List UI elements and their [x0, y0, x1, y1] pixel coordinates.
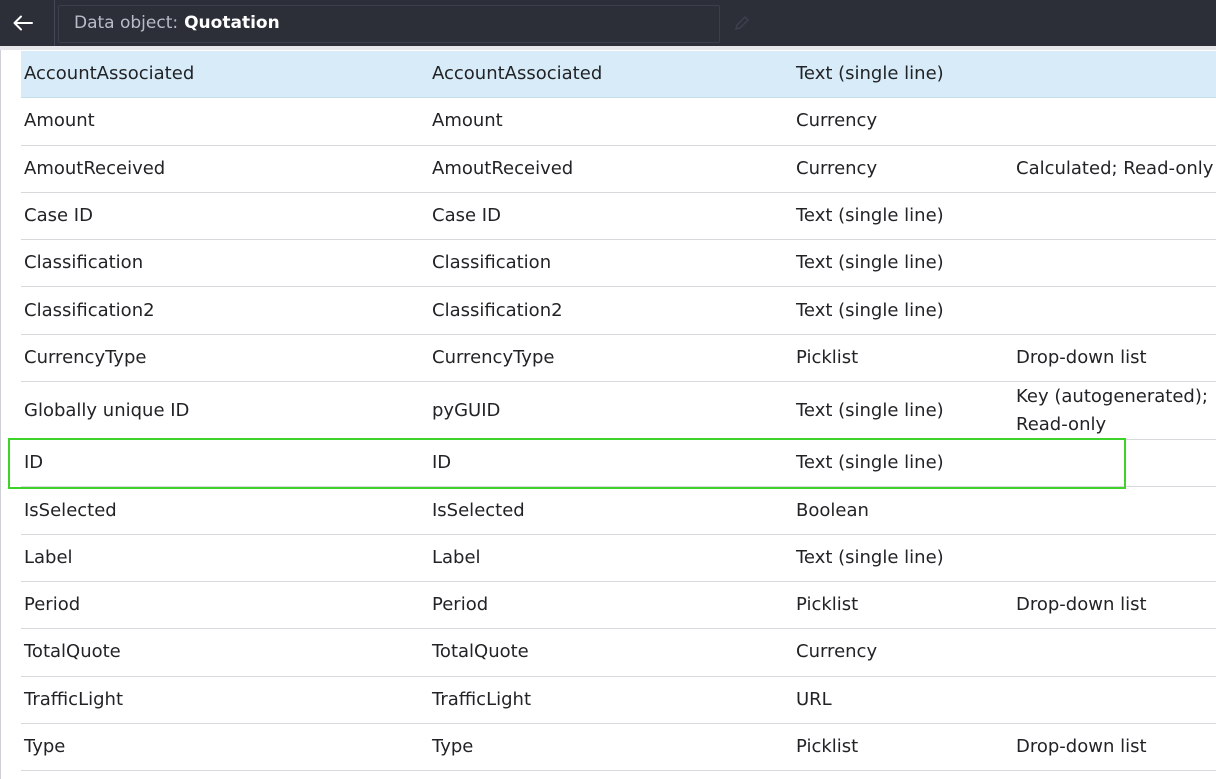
field-type-cell: URL	[796, 688, 832, 710]
field-type-cell: Picklist	[796, 736, 859, 757]
field-type-cell: Picklist	[796, 346, 859, 368]
table-row[interactable]: Classification2 Classification2 Text (sing…	[21, 287, 1216, 335]
field-name-cell: IsSelected	[24, 499, 117, 521]
field-name-cell: ID	[24, 452, 44, 474]
field-name-cell: Amount	[24, 110, 95, 132]
field-id-cell: TrafficLight	[432, 688, 531, 710]
field-name-cell: Case ID	[24, 205, 93, 227]
table-row[interactable]: TrafficLight TrafficLight URL	[21, 677, 1216, 724]
header-shadow	[0, 46, 1216, 50]
field-name-cell: Classification2	[24, 299, 155, 321]
field-type-cell: Text (single line)	[796, 546, 944, 568]
field-type-cell: Picklist	[796, 594, 859, 616]
field-id-cell: CurrencyType	[432, 346, 555, 368]
field-options-cell: Drop-down list	[1016, 594, 1147, 616]
table-row[interactable]: Case ID Case ID Text (single line)	[21, 193, 1216, 241]
field-name-cell: Globally unique ID	[24, 399, 190, 421]
field-name-cell: AmoutReceived	[24, 157, 166, 179]
field-id-cell: Case ID	[432, 205, 501, 227]
field-id-cell: TotalQuote	[432, 641, 529, 663]
field-type-cell: Boolean	[796, 499, 869, 521]
field-id-cell: Classification2	[432, 299, 563, 321]
field-type-cell: Text (single line)	[796, 299, 944, 321]
header-divider	[54, 0, 55, 46]
left-border	[0, 50, 1, 779]
arrow-left-icon	[13, 15, 33, 31]
table-row[interactable]: AccountAssociated AccountAssociated Text (…	[21, 51, 1216, 99]
field-type-cell: Currency	[796, 641, 878, 663]
field-name-cell: AccountAssociated	[24, 63, 195, 85]
field-name-cell: Period	[24, 594, 81, 616]
page-title: Data object: Quotation	[74, 13, 280, 33]
field-id-cell: AccountAssociated	[432, 63, 603, 85]
field-type-cell: Text (single line)	[796, 63, 944, 85]
table-row[interactable]: Type Type Picklist Drop-down list	[21, 724, 1216, 772]
field-id-cell: IsSelected	[432, 499, 525, 521]
pencil-icon	[734, 15, 750, 31]
table-row[interactable]: CurrencyType CurrencyType Picklist Drop-dow…	[21, 335, 1216, 383]
field-name-cell: TrafficLight	[24, 688, 123, 710]
field-name-cell: Type	[24, 736, 66, 757]
field-type-cell: Currency	[796, 110, 878, 132]
field-type-cell: Text (single line)	[796, 452, 944, 474]
field-id-cell: Classification	[432, 252, 552, 274]
field-name-cell: Label	[24, 546, 73, 568]
fields-table: AccountAssociated AccountAssociated Text (…	[21, 51, 1216, 772]
table-row[interactable]: Amount Amount Currency	[21, 98, 1216, 146]
field-type-cell: Text (single line)	[796, 205, 944, 227]
field-id-cell: Type	[432, 736, 474, 757]
field-name-cell: TotalQuote	[24, 641, 121, 663]
field-type-cell: Text (single line)	[796, 252, 944, 274]
field-id-cell: ID	[432, 452, 452, 474]
table-row[interactable]: Label Label Text (single line)	[21, 535, 1216, 582]
table-row[interactable]: Globally unique ID pyGUID Text (single lin…	[21, 382, 1216, 441]
field-type-cell: Text (single line)	[796, 399, 944, 421]
field-options-cell: Key (autogenerated); Read-only	[1016, 385, 1208, 435]
field-id-cell: Label	[432, 546, 481, 568]
page-title-prefix: Data object:	[74, 13, 179, 33]
table-row[interactable]: Classification Classification Text (single…	[21, 240, 1216, 288]
field-options-cell: Drop-down list	[1016, 736, 1147, 757]
field-id-cell: Amount	[432, 110, 503, 132]
table-row[interactable]: Period Period Picklist Drop-down list	[21, 582, 1216, 630]
table-row[interactable]: AmoutReceived AmoutReceived Currency Calcul…	[21, 146, 1216, 193]
page-title-name[interactable]: Quotation	[184, 13, 280, 33]
edit-title-button[interactable]	[733, 14, 751, 36]
table-row[interactable]: ID ID Text (single line)	[21, 440, 1216, 488]
field-options-cell: Calculated; Read-only	[1016, 157, 1214, 179]
table-row[interactable]: TotalQuote TotalQuote Currency	[21, 629, 1216, 677]
top-bar: Data object: Quotation	[0, 0, 1216, 46]
field-name-cell: CurrencyType	[24, 346, 147, 368]
field-id-cell: pyGUID	[432, 399, 501, 421]
back-button[interactable]	[0, 0, 46, 46]
table-row[interactable]: IsSelected IsSelected Boolean	[21, 487, 1216, 535]
field-name-cell: Classification	[24, 252, 144, 274]
field-type-cell: Currency	[796, 157, 878, 179]
field-id-cell: AmoutReceived	[432, 157, 574, 179]
field-id-cell: Period	[432, 594, 489, 616]
field-options-cell: Drop-down list	[1016, 346, 1147, 368]
